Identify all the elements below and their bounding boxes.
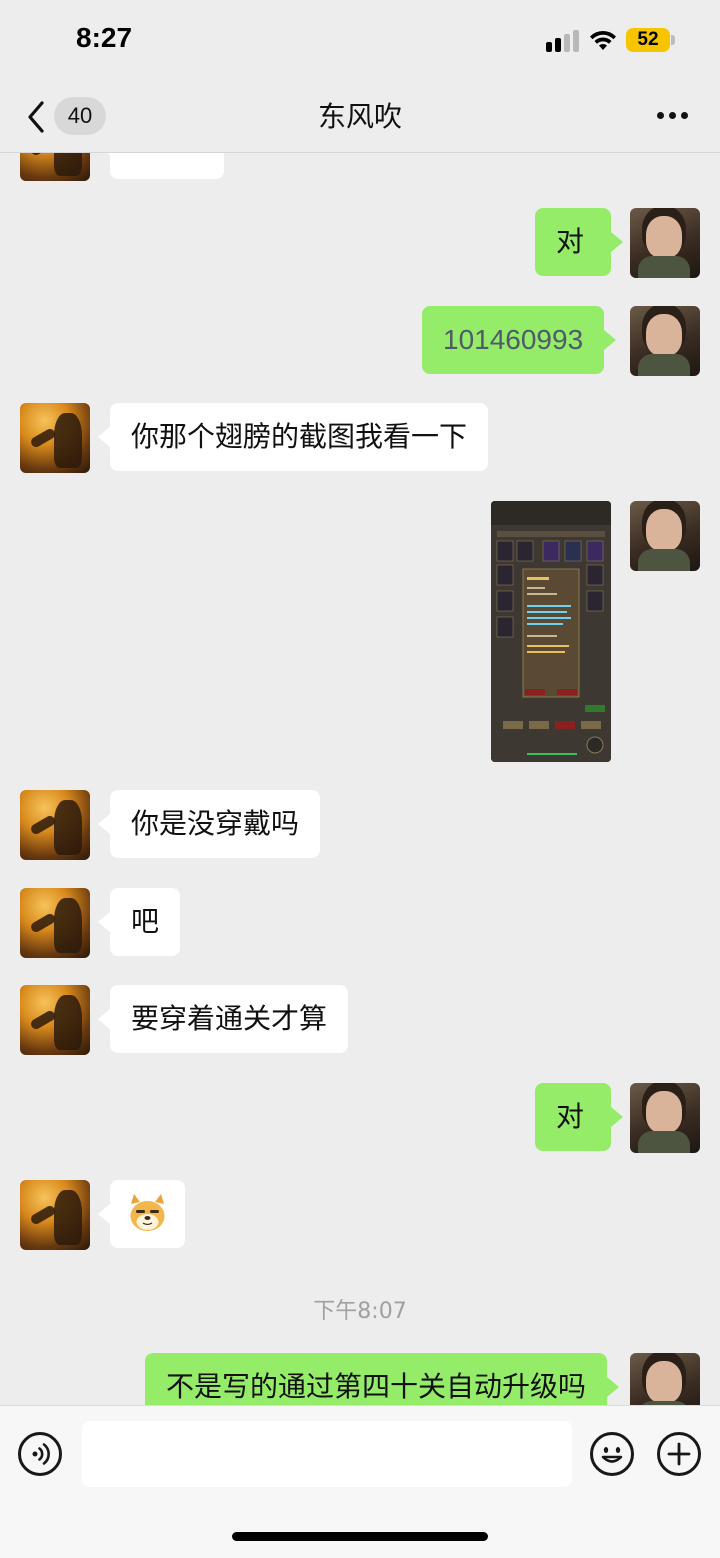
contact-avatar[interactable]	[20, 985, 90, 1055]
message-bubble[interactable]: 101460993	[422, 306, 617, 374]
message-bubble[interactable]: 对	[535, 208, 623, 276]
emoji-button[interactable]	[590, 1432, 634, 1476]
more-functions-button[interactable]	[657, 1432, 701, 1476]
contact-avatar[interactable]	[20, 888, 90, 958]
sticker-bubble[interactable]	[98, 1180, 185, 1248]
battery-tip	[671, 35, 675, 45]
message-bubble[interactable]: 你那个翅膀的截图我看一下	[97, 403, 489, 471]
message-bubble[interactable]: 不是写的通过第四十关自动升级吗	[145, 1353, 620, 1405]
contact-avatar[interactable]	[20, 403, 90, 473]
my-avatar[interactable]	[630, 306, 700, 376]
message-bubble[interactable]: 要穿着通关才算	[97, 985, 349, 1053]
wifi-icon	[590, 30, 616, 50]
status-bar: 8:27 52	[0, 0, 720, 80]
battery-level: 52	[637, 29, 659, 50]
message-timestamp: 下午8:07	[313, 1299, 407, 1324]
smiley-icon	[601, 1447, 623, 1463]
voice-icon	[32, 1443, 50, 1465]
plus-icon	[667, 1442, 691, 1466]
message-bubble[interactable]: 吧	[97, 888, 181, 956]
message-input[interactable]	[82, 1421, 572, 1487]
screenshot-image[interactable]	[491, 501, 611, 762]
doge-sticker-icon	[130, 1194, 165, 1231]
status-time: 8:27	[76, 22, 133, 53]
my-avatar[interactable]	[630, 208, 700, 278]
cellular-signal-icon	[546, 30, 580, 52]
game-screenshot-thumbnail	[491, 501, 611, 762]
unread-count-badge[interactable]: 40	[54, 97, 106, 135]
my-avatar[interactable]	[630, 1083, 700, 1153]
contact-avatar[interactable]	[20, 1180, 90, 1250]
message-bubble[interactable]	[98, 153, 224, 179]
chat-title: 东风吹	[317, 100, 402, 133]
battery-icon: 52	[626, 28, 670, 52]
more-options-icon[interactable]	[650, 110, 690, 122]
contact-avatar[interactable]	[20, 153, 90, 181]
back-chevron-icon[interactable]	[22, 98, 52, 136]
contact-avatar[interactable]	[20, 790, 90, 860]
my-avatar[interactable]	[630, 501, 700, 571]
message-bubble[interactable]: 你是没穿戴吗	[97, 790, 321, 858]
message-list[interactable]: 对 101460993 你那个翅膀的截图我看一下 你是没穿戴吗 吧 要穿着通关才…	[0, 153, 720, 1405]
voice-input-button[interactable]	[18, 1432, 62, 1476]
chat-header: 东风吹 40	[0, 80, 720, 153]
my-avatar[interactable]	[630, 1353, 700, 1405]
home-indicator[interactable]	[232, 1532, 488, 1541]
message-bubble[interactable]: 对	[535, 1083, 623, 1151]
